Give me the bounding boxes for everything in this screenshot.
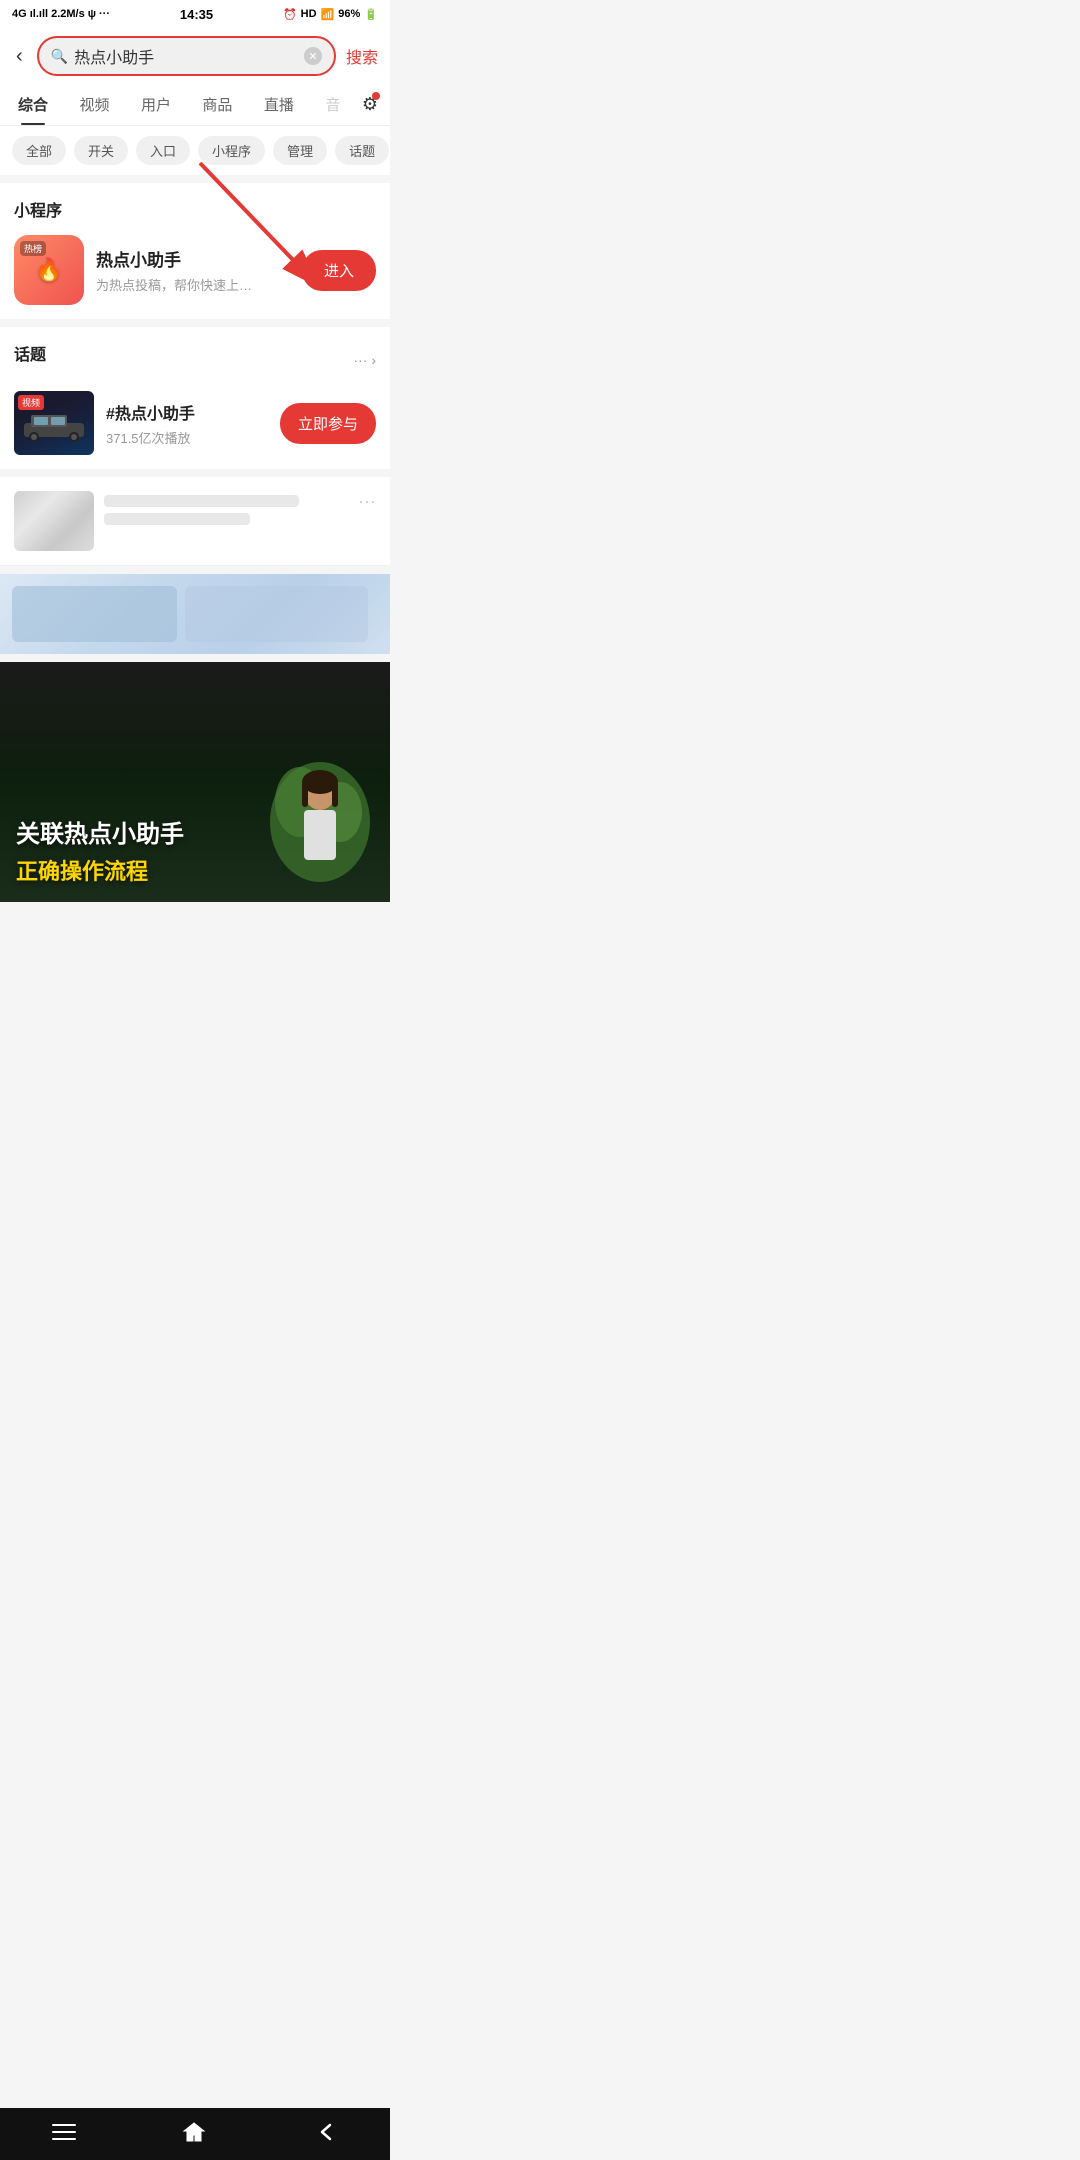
battery-percent: 96% [338, 8, 360, 20]
back-icon [312, 2119, 338, 2145]
video-title-line1: 关联热点小助手 [16, 819, 184, 850]
tab-视频[interactable]: 视频 [69, 84, 119, 125]
mini-program-card: 热榜 🔥 热点小助手 为热点投稿，帮你快速上… 进入 [14, 235, 376, 305]
filter-tag-话题[interactable]: 话题 [335, 136, 389, 165]
topic-name: #热点小助手 [106, 400, 268, 424]
video-title-line2: 正确操作流程 [16, 854, 148, 886]
status-right: ⏰ HD 📶 96% 🔋 [283, 8, 378, 21]
video-thumb-bg: 关联热点小助手 正确操作流程 [0, 662, 390, 902]
h-line-1 [52, 2124, 76, 2126]
mini-program-info: 热点小助手 为热点投稿，帮你快速上… [96, 246, 290, 294]
nav-back-button[interactable] [312, 2119, 338, 2145]
blurred-top [0, 574, 390, 654]
usb-icon: ψ [88, 8, 96, 20]
back-button[interactable]: ‹ [12, 41, 27, 72]
content-section: ··· [0, 477, 390, 566]
topic-header: 话题 ··· › [14, 341, 376, 379]
h-line-2 [52, 2131, 76, 2133]
mini-icon-emoji: 🔥 [35, 257, 62, 283]
topic-plays: 371.5亿次播放 [106, 428, 268, 447]
mini-icon-badge: 热榜 [20, 241, 46, 256]
status-left: 4G ıl.ıll 2.2M/s ψ ··· [12, 8, 110, 20]
topic-img-badge: 视频 [18, 395, 44, 410]
status-bar: 4G ıl.ıll 2.2M/s ψ ··· 14:35 ⏰ HD 📶 96% … [0, 0, 390, 28]
topic-more-dots: ··· [353, 352, 367, 368]
video-person-silhouette [270, 742, 370, 902]
clear-button[interactable]: ✕ [304, 47, 322, 65]
gray-lines [104, 495, 348, 525]
topic-more-arrow: › [371, 352, 376, 368]
filter-tag-管理[interactable]: 管理 [273, 136, 327, 165]
search-input[interactable]: 热点小助手 [74, 44, 304, 68]
gray-thumbnail [14, 491, 94, 551]
topic-section-title: 话题 [14, 341, 46, 365]
search-bar: ‹ 🔍 热点小助手 ✕ 搜索 [0, 28, 390, 84]
mini-program-name: 热点小助手 [96, 246, 290, 271]
blurred-block-1 [12, 586, 177, 642]
filter-tag-全部[interactable]: 全部 [12, 136, 66, 165]
wifi-icon: 📶 [321, 8, 335, 21]
nav-home-button[interactable] [181, 2119, 207, 2145]
topic-card: 视频 #热点小助手 371.5亿次播放 立即参与 [14, 391, 376, 455]
nav-menu-button[interactable] [52, 2124, 76, 2140]
filter-tag-开关[interactable]: 开关 [74, 136, 128, 165]
topic-thumbnail: 视频 [14, 391, 94, 455]
video-thumbnail-large: 关联热点小助手 正确操作流程 [0, 662, 390, 902]
tab-用户[interactable]: 用户 [131, 84, 181, 125]
status-time: 14:35 [180, 7, 213, 22]
filter-dot [372, 92, 380, 100]
filter-icon[interactable]: ⚙ [362, 94, 378, 115]
bottom-nav [0, 2108, 390, 2160]
tab-综合[interactable]: 综合 [8, 84, 58, 125]
mini-program-section: 小程序 热榜 🔥 热点小助手 为热点投稿，帮你快速上… 进入 [0, 183, 390, 319]
search-input-wrap[interactable]: 🔍 热点小助手 ✕ [37, 36, 336, 76]
hd-label: HD [301, 8, 317, 20]
tabs-right: ⚙ [362, 94, 382, 115]
mini-program-desc: 为热点投稿，帮你快速上… [96, 275, 290, 294]
h-line-3 [52, 2138, 76, 2140]
filter-tag-入口[interactable]: 入口 [136, 136, 190, 165]
blurred-block-2 [185, 586, 368, 642]
tab-直播[interactable]: 直播 [254, 84, 304, 125]
speed-indicator: 2.2M/s [51, 8, 85, 20]
topic-more[interactable]: ··· › [353, 352, 376, 368]
home-icon [181, 2119, 207, 2145]
content-card-gray: ··· [0, 477, 390, 566]
search-button[interactable]: 搜索 [346, 44, 378, 68]
search-icon: 🔍 [51, 48, 68, 65]
tabs-container: 综合 视频 用户 商品 直播 音 ⚙ [0, 84, 390, 126]
video-card: 关联热点小助手 正确操作流程 [0, 662, 390, 902]
battery-icon: 🔋 [364, 8, 378, 21]
tab-商品[interactable]: 商品 [192, 84, 242, 125]
signal-icon: 4G ıl.ıll [12, 8, 48, 20]
dots-indicator: ··· [99, 8, 110, 20]
topic-info: #热点小助手 371.5亿次播放 [106, 400, 268, 447]
enter-button[interactable]: 进入 [302, 250, 376, 291]
mini-program-section-title: 小程序 [14, 197, 376, 221]
gray-line-1 [104, 495, 299, 507]
topic-section: 话题 ··· › 视频 #热点小 [0, 327, 390, 469]
tab-音[interactable]: 音 [315, 84, 350, 125]
filter-tag-小程序[interactable]: 小程序 [198, 136, 265, 165]
gray-line-2 [104, 513, 250, 525]
card-more-button[interactable]: ··· [358, 491, 376, 551]
mini-program-icon: 热榜 🔥 [14, 235, 84, 305]
alarm-icon: ⏰ [283, 8, 297, 21]
gray-content [104, 491, 348, 551]
participate-button[interactable]: 立即参与 [280, 403, 376, 444]
blurred-content-row [0, 574, 390, 654]
hamburger-icon [52, 2124, 76, 2140]
filter-tags: 全部 开关 入口 小程序 管理 话题 [0, 126, 390, 183]
